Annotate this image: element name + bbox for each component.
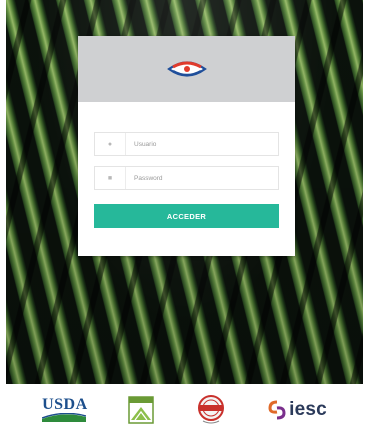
username-input[interactable]: [126, 133, 278, 155]
login-button[interactable]: ACCEDER: [94, 204, 279, 228]
lock-icon: ■: [95, 167, 126, 189]
password-field[interactable]: ■: [94, 166, 279, 190]
partner-logos: USDA iesc: [0, 384, 369, 435]
organization-logo: [166, 58, 207, 80]
iesc-mark-icon: [268, 400, 286, 419]
username-field[interactable]: ●: [94, 132, 279, 156]
usda-logo-text: USDA: [42, 396, 88, 413]
password-input[interactable]: [126, 167, 278, 189]
agriculture-seal-logo: [128, 395, 154, 424]
usda-swoosh-icon: [42, 413, 87, 422]
iesc-logo: iesc: [268, 399, 327, 421]
iesc-logo-text: iesc: [289, 398, 327, 420]
user-icon: ●: [95, 133, 126, 155]
login-card: ● ■ ACCEDER: [78, 36, 295, 256]
quality-seal-logo: [197, 394, 224, 423]
login-header: [78, 36, 295, 102]
usda-logo: USDA: [42, 397, 88, 422]
